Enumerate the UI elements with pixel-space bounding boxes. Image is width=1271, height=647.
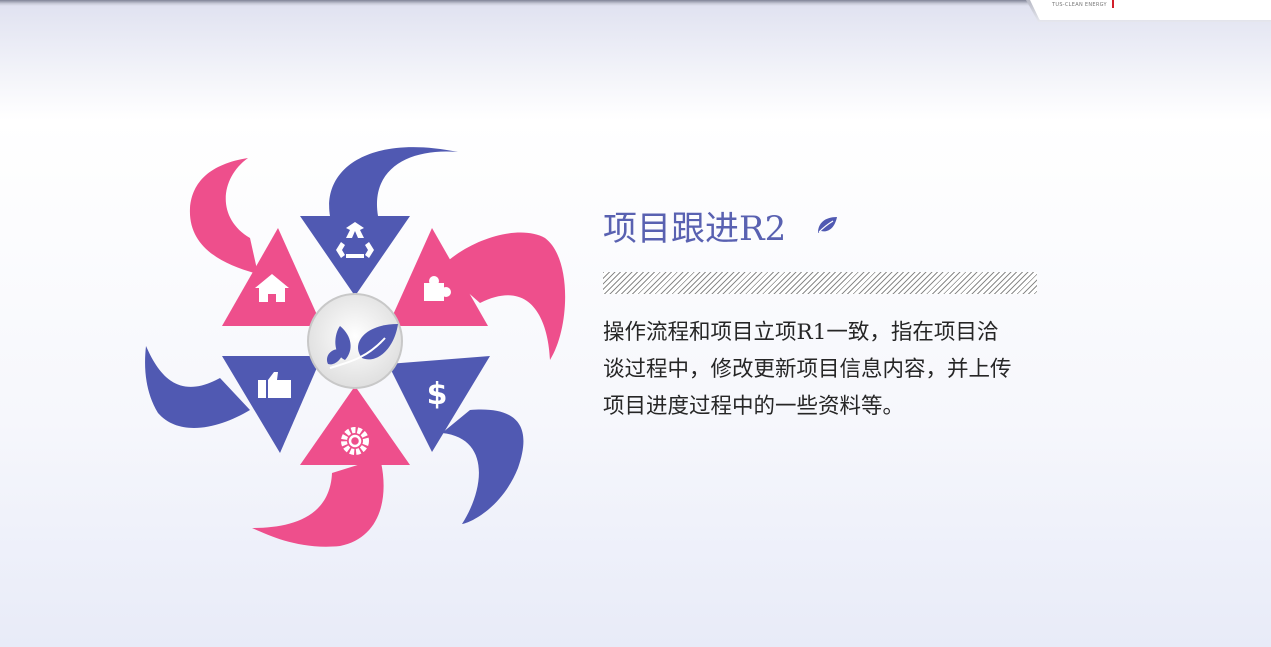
logo-mark: [1112, 0, 1114, 8]
logo-caption: TUS-CLEAN ENERGY: [1052, 2, 1107, 8]
swoosh-bottom: [252, 458, 384, 547]
slide-title: 项目跟进R2: [603, 209, 787, 249]
pinwheel-graphic: $: [145, 147, 566, 547]
slide-body-text: 操作流程和项目立项R1一致，指在项目洽谈过程中，修改更新项目信息内容，并上传项目…: [603, 320, 1012, 419]
swoosh-top: [329, 147, 458, 216]
svg-text:$: $: [427, 377, 448, 412]
triangle-bottom: [300, 386, 410, 465]
dollar-icon: $: [427, 377, 448, 412]
swoosh-upper-left: [189, 158, 258, 274]
swoosh-lower-right: [442, 409, 524, 524]
hatched-divider: [603, 272, 1037, 294]
title-leaf-icon: [818, 217, 837, 233]
